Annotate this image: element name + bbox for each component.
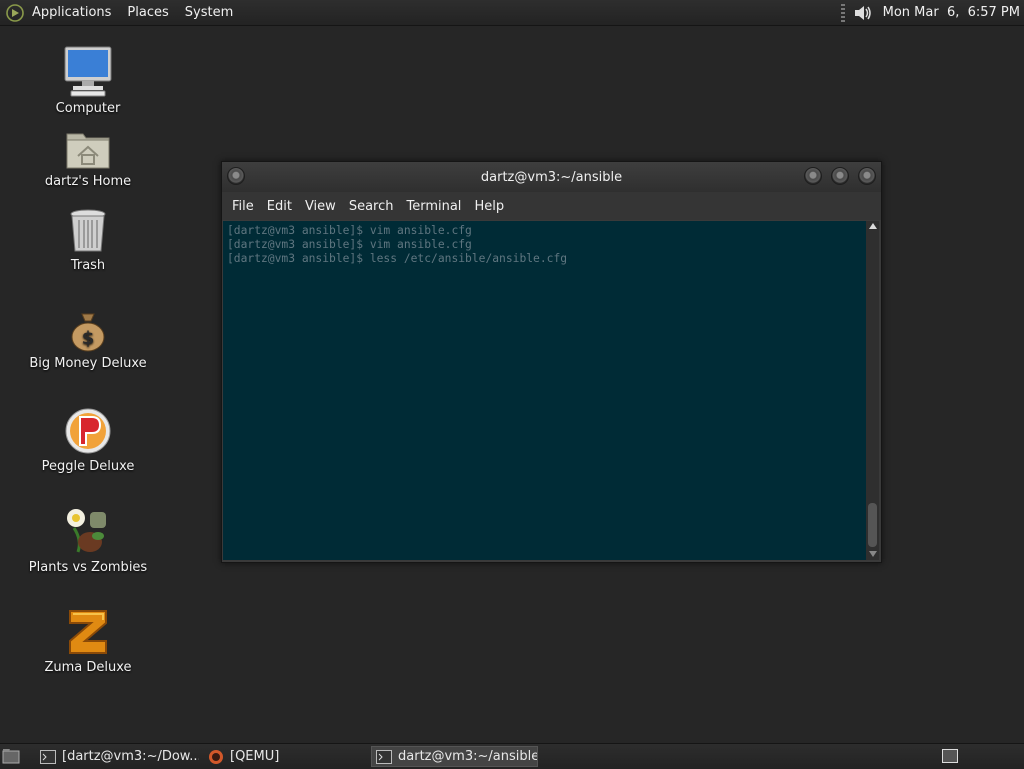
desktop-icon-label: Plants vs Zombies bbox=[28, 560, 148, 575]
qemu-icon bbox=[209, 749, 223, 764]
trash-icon bbox=[70, 209, 106, 252]
terminal-line: [dartz@vm3 ansible]$ vim ansible.cfg bbox=[227, 238, 472, 251]
window-title: dartz@vm3:~/ansible bbox=[480, 170, 623, 185]
scrollbar[interactable] bbox=[866, 221, 879, 560]
desktop-icon-computer[interactable]: Computer bbox=[18, 45, 158, 116]
desktop-icon-zuma[interactable]: Zuma Deluxe bbox=[18, 606, 158, 675]
desktop-icon-big-money[interactable]: $ Big Money Deluxe bbox=[18, 310, 158, 371]
applications-menu[interactable]: Applications bbox=[32, 5, 111, 20]
computer-icon bbox=[64, 46, 112, 97]
taskbar-item-ansible-terminal[interactable]: dartz@vm3:~/ansible bbox=[371, 746, 538, 767]
plants-vs-zombies-icon bbox=[67, 509, 106, 553]
panel-handle[interactable] bbox=[840, 3, 845, 22]
maximize-button[interactable] bbox=[831, 167, 849, 185]
taskbar-item-downloads-terminal[interactable]: [dartz@vm3:~/Dow... bbox=[36, 746, 199, 767]
desktop-icon-label: Trash bbox=[70, 258, 106, 273]
terminal-icon bbox=[40, 749, 56, 764]
desktop-icon-home[interactable]: dartz's Home bbox=[18, 128, 158, 189]
places-menu[interactable]: Places bbox=[127, 5, 168, 20]
clock[interactable]: Mon Mar 6, 6:57 PM bbox=[883, 5, 1020, 20]
terminal-menubar: File Edit View Search Terminal Help bbox=[222, 192, 881, 220]
menu-search[interactable]: Search bbox=[349, 199, 394, 214]
svg-text:$: $ bbox=[82, 328, 95, 349]
menu-launcher[interactable] bbox=[6, 3, 24, 22]
terminal-icon bbox=[376, 749, 392, 764]
volume-icon[interactable] bbox=[853, 4, 873, 22]
title-bar[interactable]: dartz@vm3:~/ansible bbox=[222, 162, 881, 192]
close-button[interactable] bbox=[858, 167, 876, 185]
money-bag-icon: $ bbox=[71, 313, 105, 352]
taskbar-item-label: [QEMU] bbox=[230, 749, 280, 764]
scroll-up-arrow-icon[interactable] bbox=[869, 223, 877, 229]
terminal-line: [dartz@vm3 ansible]$ less /etc/ansible/a… bbox=[227, 252, 568, 265]
taskbar-item-qemu[interactable]: [QEMU] bbox=[204, 746, 364, 767]
desktop-icon-label: Zuma Deluxe bbox=[44, 660, 132, 675]
show-desktop-icon[interactable] bbox=[2, 748, 20, 764]
menu-help[interactable]: Help bbox=[474, 199, 504, 214]
scroll-down-arrow-icon[interactable] bbox=[869, 551, 877, 557]
workspace-switcher[interactable] bbox=[942, 749, 958, 763]
system-menu[interactable]: System bbox=[185, 5, 233, 20]
desktop-icon-trash[interactable]: Trash bbox=[18, 208, 158, 273]
scroll-thumb[interactable] bbox=[868, 503, 877, 547]
desktop-icon-peggle[interactable]: Peggle Deluxe bbox=[18, 407, 158, 474]
terminal-output[interactable]: [dartz@vm3 ansible]$ vim ansible.cfg [dar… bbox=[223, 221, 866, 560]
menu-edit[interactable]: Edit bbox=[267, 199, 292, 214]
menu-terminal[interactable]: Terminal bbox=[406, 199, 461, 214]
desktop-icon-label: Computer bbox=[55, 101, 121, 116]
menu-file[interactable]: File bbox=[232, 199, 254, 214]
terminal-line: [dartz@vm3 ansible]$ vim ansible.cfg bbox=[227, 224, 472, 237]
menu-view[interactable]: View bbox=[305, 199, 336, 214]
distro-logo-icon bbox=[6, 3, 24, 22]
peggle-icon bbox=[65, 408, 111, 454]
desktop-icon-label: Big Money Deluxe bbox=[29, 356, 147, 371]
top-panel: Applications Places System Mon Mar 6, 6:… bbox=[0, 0, 1024, 26]
terminal-window[interactable]: dartz@vm3:~/ansible File Edit View Searc… bbox=[221, 161, 882, 563]
zuma-icon bbox=[69, 610, 107, 654]
bottom-panel: [dartz@vm3:~/Dow... [QEMU] dartz@vm3:~/a… bbox=[0, 743, 1024, 769]
desktop-icon-label: Peggle Deluxe bbox=[41, 459, 135, 474]
desktop-icon-label: dartz's Home bbox=[44, 174, 132, 189]
desktop-icon-plants-vs-zombies[interactable]: Plants vs Zombies bbox=[18, 506, 158, 575]
taskbar-item-label: dartz@vm3:~/ansible bbox=[398, 749, 538, 764]
taskbar-item-label: [dartz@vm3:~/Dow... bbox=[62, 749, 199, 764]
minimize-button[interactable] bbox=[804, 167, 822, 185]
home-folder-icon bbox=[66, 133, 110, 169]
panel-tray: Mon Mar 6, 6:57 PM bbox=[840, 0, 1020, 25]
